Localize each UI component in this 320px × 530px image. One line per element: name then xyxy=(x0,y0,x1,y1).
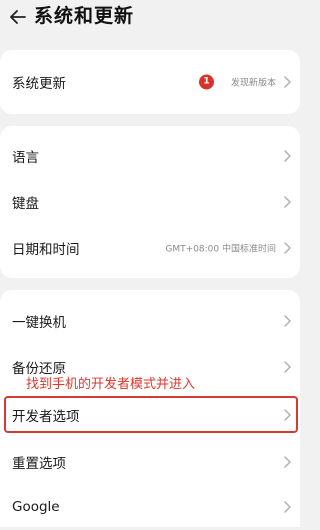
chevron-right-icon xyxy=(284,150,291,162)
page-title: 系统和更新 xyxy=(34,5,135,27)
chevron-right-icon xyxy=(284,315,291,327)
chevron-right-icon xyxy=(284,501,291,513)
chevron-right-icon xyxy=(284,242,291,254)
chevron-right-icon xyxy=(284,76,291,88)
back-button[interactable] xyxy=(4,6,30,28)
keyboard-row[interactable]: 键盘 xyxy=(0,179,300,225)
keyboard-label: 键盘 xyxy=(12,196,39,212)
phone-clone-row[interactable]: 一键换机 xyxy=(0,298,300,344)
reset-options-label: 重置选项 xyxy=(12,456,66,472)
system-update-row[interactable]: 系统更新 1 发现新版本 xyxy=(0,59,300,105)
system-update-status: 发现新版本 xyxy=(230,78,276,89)
google-label: Google xyxy=(12,499,60,515)
language-row[interactable]: 语言 xyxy=(0,133,300,179)
phone-clone-label: 一键换机 xyxy=(12,315,66,331)
timezone-value: GMT+08:00 中国标准时间 xyxy=(165,244,276,255)
header-bar: 系统和更新 xyxy=(0,0,300,38)
arrow-left-icon xyxy=(10,10,26,24)
annotation-text: 找到手机的开发者模式并进入 xyxy=(26,377,196,392)
reset-options-row[interactable]: 重置选项 xyxy=(0,439,300,485)
input-settings-card: 语言 键盘 日期和时间 GMT+08:00 中国标准时间 xyxy=(0,126,300,278)
date-time-label: 日期和时间 xyxy=(12,242,80,258)
chevron-right-icon xyxy=(284,456,291,468)
date-time-row[interactable]: 日期和时间 GMT+08:00 中国标准时间 xyxy=(0,225,300,271)
developer-options-highlight xyxy=(4,396,298,433)
chevron-right-icon xyxy=(284,196,291,208)
system-update-label: 系统更新 xyxy=(12,76,66,92)
google-row[interactable]: Google xyxy=(0,484,300,530)
update-count-badge: 1 xyxy=(199,74,214,90)
language-label: 语言 xyxy=(12,150,39,166)
chevron-right-icon xyxy=(284,361,291,373)
system-update-card: 系统更新 1 发现新版本 xyxy=(0,50,300,114)
